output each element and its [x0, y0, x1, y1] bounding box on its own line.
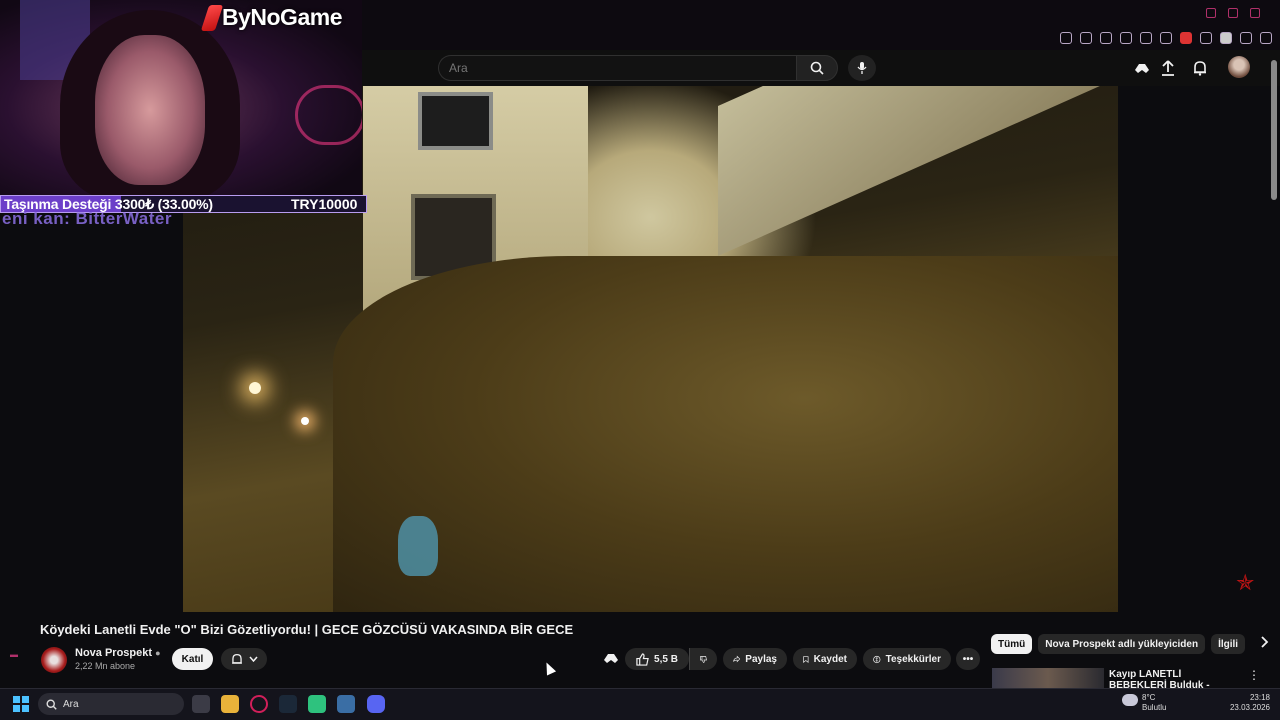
bell-icon: [231, 653, 242, 664]
recommendation-menu-icon[interactable]: ⋮: [1248, 668, 1260, 682]
video-frame-window: [418, 92, 493, 150]
chip-from-uploader[interactable]: Nova Prospekt adlı yükleyiciden: [1038, 634, 1206, 654]
thumbs-down-icon: [700, 655, 707, 663]
notifications-icon[interactable]: [1191, 59, 1209, 77]
close-icon[interactable]: [1250, 8, 1260, 18]
chip-related[interactable]: İlgili: [1211, 634, 1246, 654]
windows-start-icon[interactable]: [13, 696, 29, 712]
verified-icon: ●: [155, 648, 161, 658]
thanks-label: Teşekkürler: [885, 653, 941, 665]
opera-browser-icon[interactable]: [250, 695, 268, 713]
channel-name-text[interactable]: Nova Prospekt: [75, 647, 152, 659]
video-frame-grass: [333, 256, 1118, 612]
extension-icon[interactable]: [1180, 32, 1192, 44]
weather-desc: Bulutlu: [1142, 703, 1167, 712]
steam-icon[interactable]: [279, 695, 297, 713]
heart-icon[interactable]: [1160, 32, 1172, 44]
task-view-icon[interactable]: [192, 695, 210, 713]
share-label: Paylaş: [745, 653, 777, 665]
taskbar-clock[interactable]: 23:18 23.03.2026: [1226, 693, 1270, 713]
extensions-bar: [1060, 30, 1272, 46]
video-frame-bag: [398, 516, 438, 576]
upload-icon[interactable]: [1159, 59, 1177, 77]
gaming-action-icon[interactable]: [603, 651, 619, 670]
bynogame-logo-icon: [200, 4, 224, 31]
menu-icon[interactable]: [1260, 32, 1272, 44]
taskbar-search-label: Ara: [63, 698, 79, 710]
profile-icon[interactable]: [1220, 32, 1232, 44]
like-count: 5,5 B: [654, 653, 678, 665]
channel-name[interactable]: Nova Prospekt ●: [75, 647, 161, 659]
download-icon[interactable]: [1240, 32, 1252, 44]
chip-all[interactable]: Tümü: [991, 634, 1033, 654]
restore-icon[interactable]: [1228, 8, 1238, 18]
video-frame-wall: [718, 86, 1118, 257]
minimize-icon[interactable]: [1206, 8, 1216, 18]
microphone-icon: [857, 62, 867, 74]
network-app-icon[interactable]: [337, 695, 355, 713]
taskbar-weather[interactable]: 8°C Bulutlu: [1142, 693, 1166, 713]
save-label: Kaydet: [813, 653, 847, 665]
dislike-button[interactable]: [689, 648, 717, 670]
search-button[interactable]: [796, 55, 838, 81]
cloud-weather-icon: [1122, 694, 1138, 706]
file-explorer-icon[interactable]: [221, 695, 239, 713]
webcam-neon-sign: [295, 85, 362, 145]
like-button[interactable]: 5,5 B: [625, 648, 689, 670]
clock-date: 23.03.2026: [1229, 703, 1270, 712]
crop-icon[interactable]: [1080, 32, 1092, 44]
search-icon: [46, 698, 57, 710]
donation-goal: TRY10000: [291, 196, 358, 212]
video-frame-light: [301, 417, 309, 425]
window-controls[interactable]: [1206, 8, 1260, 18]
thumbs-up-icon: [636, 652, 649, 666]
search-icon: [810, 61, 824, 75]
clock-time: 23:18: [1249, 693, 1270, 702]
super-thanks-icon: [873, 655, 881, 663]
alert-ticker: eni kan: BitterWater: [2, 209, 172, 228]
account-avatar[interactable]: [1228, 56, 1250, 78]
side-marker-icon: ▬: [10, 650, 18, 659]
thanks-button[interactable]: Teşekkürler: [863, 648, 951, 670]
recommendation-chips: Tümü Nova Prospekt adlı yükleyiciden İlg…: [991, 634, 1269, 654]
recommendation-thumbnail[interactable]: [992, 668, 1104, 688]
share-icon: [733, 655, 741, 663]
bookmark-icon: [803, 655, 809, 663]
video-frame-light: [249, 382, 261, 394]
app-icon[interactable]: [308, 695, 326, 713]
webcam-streamer-face: [95, 35, 205, 185]
subscribe-bell-button[interactable]: [221, 648, 267, 670]
puzzle-icon[interactable]: [1200, 32, 1212, 44]
more-actions-button[interactable]: •••: [956, 648, 980, 670]
video-title: Köydeki Lanetli Evde "O" Bizi Gözetliyor…: [40, 622, 574, 637]
share-button[interactable]: Paylaş: [723, 648, 787, 670]
search-box[interactable]: [438, 55, 796, 81]
taskbar-search[interactable]: Ara: [38, 693, 184, 715]
chevron-right-icon[interactable]: [1261, 635, 1269, 653]
chevron-down-icon: [248, 656, 258, 662]
shield-icon[interactable]: [1100, 32, 1112, 44]
play-icon[interactable]: [1140, 32, 1152, 44]
pin-icon[interactable]: [1060, 32, 1072, 44]
page-scrollbar[interactable]: [1271, 60, 1277, 200]
brand-text: ByNoGame: [222, 4, 342, 30]
weather-temp: 8°C: [1142, 693, 1156, 702]
channel-avatar[interactable]: [41, 647, 67, 673]
join-button[interactable]: Katıl: [172, 648, 213, 670]
send-icon[interactable]: [1120, 32, 1132, 44]
pentagram-logo-icon: ✯: [1236, 570, 1255, 595]
recommendation-title[interactable]: Kayıp LANETLİ BEBEKLERİ Bulduk - Katilin…: [1109, 669, 1239, 689]
save-button[interactable]: Kaydet: [793, 648, 857, 670]
gaming-icon[interactable]: [1133, 59, 1151, 77]
mouse-cursor-icon: [541, 660, 557, 676]
bynogame-logo: ByNoGame: [200, 4, 342, 31]
discord-icon[interactable]: [367, 695, 385, 713]
more-icon: •••: [962, 653, 974, 665]
voice-search-button[interactable]: [848, 55, 876, 81]
search-input[interactable]: [439, 56, 796, 80]
subscriber-count: 2,22 Mn abone: [75, 661, 136, 671]
